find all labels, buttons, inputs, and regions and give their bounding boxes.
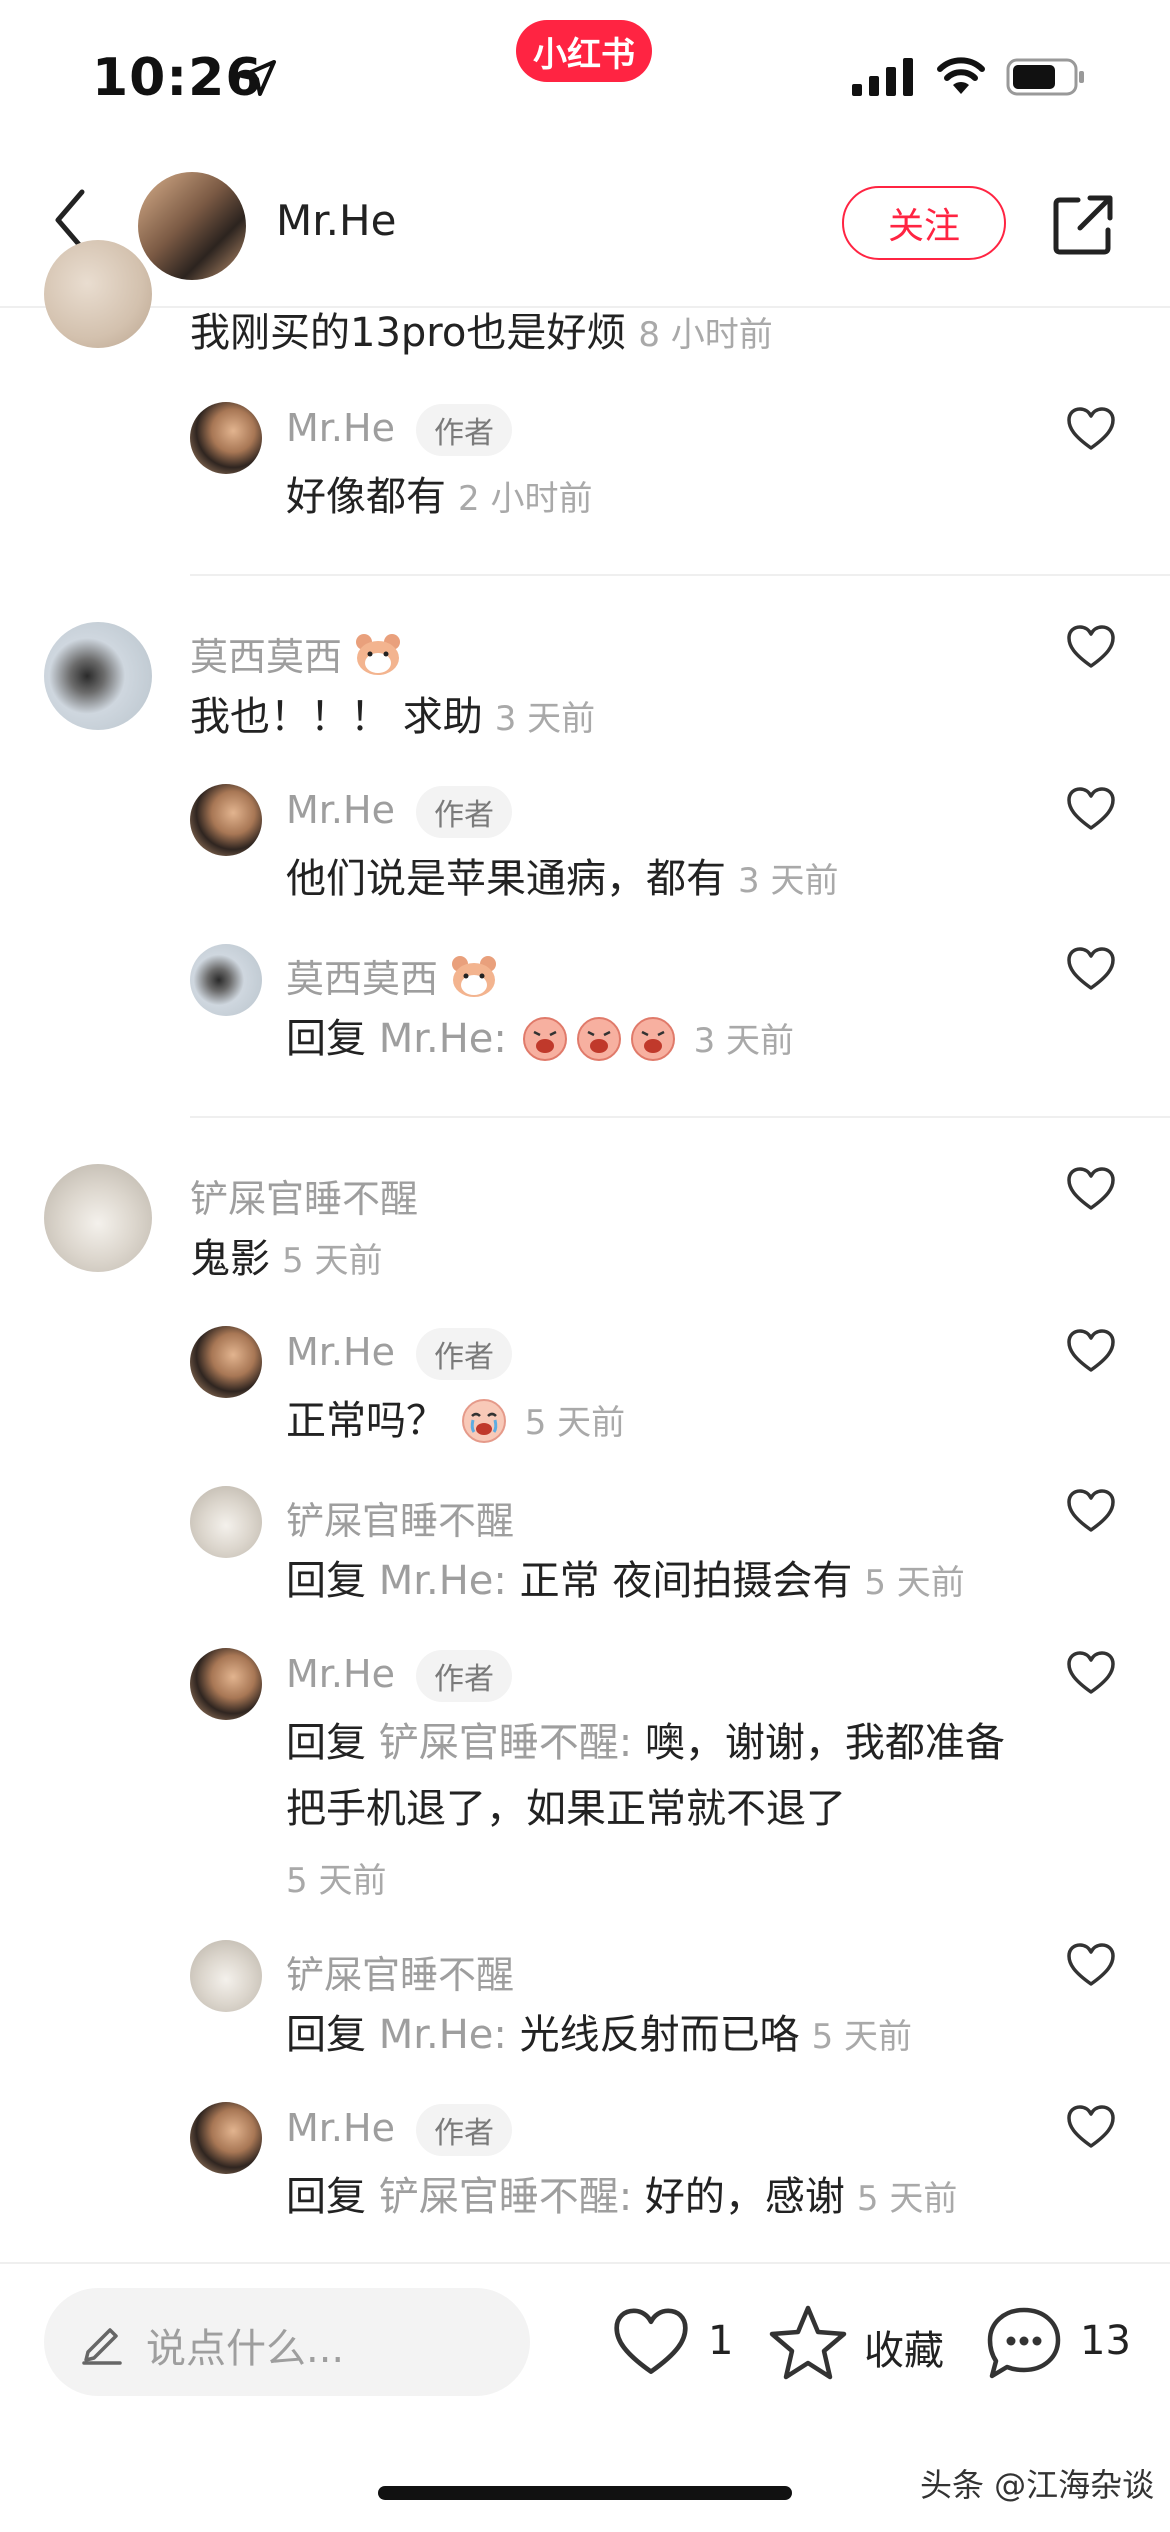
author-name[interactable]: Mr.He xyxy=(276,196,396,245)
reply-username[interactable]: Mr.He xyxy=(286,406,395,450)
comment-avatar[interactable] xyxy=(44,622,152,730)
reply-avatar[interactable] xyxy=(190,1940,262,2012)
comment-bubble-icon[interactable] xyxy=(984,2304,1064,2382)
author-tag: 作者 xyxy=(416,786,512,838)
reply-time: 5 天前 xyxy=(286,1861,387,1901)
heart-icon[interactable] xyxy=(1066,1650,1116,1696)
comment-avatar[interactable] xyxy=(44,240,152,348)
share-icon[interactable] xyxy=(1050,192,1116,258)
hamster-emoji-icon xyxy=(452,956,497,997)
reply-username[interactable]: Mr.He xyxy=(286,1330,395,1374)
heart-icon[interactable] xyxy=(1066,786,1116,832)
author-tag: 作者 xyxy=(416,1650,512,1702)
follow-button[interactable]: 关注 xyxy=(842,186,1006,260)
wifi-icon xyxy=(937,57,985,94)
reply-username[interactable]: Mr.He xyxy=(286,1652,395,1696)
location-arrow-icon xyxy=(240,60,276,96)
star-icon[interactable] xyxy=(768,2304,848,2382)
status-time: 10:26 xyxy=(92,48,263,108)
comment-count[interactable]: 13 xyxy=(1080,2318,1131,2364)
comment-input-placeholder[interactable]: 说点什么... xyxy=(146,2316,344,2374)
like-count[interactable]: 1 xyxy=(708,2318,733,2364)
author-tag: 作者 xyxy=(416,404,512,456)
heart-icon[interactable] xyxy=(1066,1488,1116,1534)
thread-divider xyxy=(190,1116,1170,1118)
reply-avatar[interactable] xyxy=(190,1648,262,1720)
watermark: 头条 @江海杂谈 xyxy=(920,2466,1155,2504)
reply-username[interactable]: 莫西莫西 xyxy=(286,948,498,1003)
reply-username[interactable]: Mr.He xyxy=(286,2106,395,2150)
cellular-signal-icon xyxy=(852,58,913,96)
author-tag: 作者 xyxy=(416,1328,512,1380)
reply-text[interactable]: 回复 Mr.He: 光线反射而已咯 5 天前 xyxy=(286,2002,912,2070)
reply-text[interactable]: 回复 Mr.He: 3 天前 xyxy=(286,1006,794,1074)
author-avatar[interactable] xyxy=(138,172,246,280)
collect-label[interactable]: 收藏 xyxy=(864,2318,944,2376)
like-heart-icon[interactable] xyxy=(612,2306,690,2378)
app-badge: 小红书 xyxy=(516,20,652,82)
bottom-bar-divider xyxy=(0,2262,1170,2264)
hamster-emoji-icon xyxy=(356,634,401,675)
comment-username[interactable]: 铲屎官睡不醒 xyxy=(190,1168,418,1223)
comment-text[interactable]: 我刚买的13pro也是好烦 8 小时前 xyxy=(190,300,773,368)
reply-username[interactable]: 铲屎官睡不醒 xyxy=(286,1944,514,1999)
heart-icon[interactable] xyxy=(1066,2104,1116,2150)
author-tag: 作者 xyxy=(416,2104,512,2156)
crying-emoji-icon xyxy=(630,1017,675,1061)
home-indicator[interactable] xyxy=(378,2486,792,2500)
reply-avatar[interactable] xyxy=(190,784,262,856)
reply-username[interactable]: 铲屎官睡不醒 xyxy=(286,1490,514,1545)
heart-icon[interactable] xyxy=(1066,624,1116,670)
reply-avatar[interactable] xyxy=(190,2102,262,2174)
crying-emoji-icon xyxy=(576,1017,621,1061)
heart-icon[interactable] xyxy=(1066,406,1116,452)
comment-avatar[interactable] xyxy=(44,1164,152,1272)
battery-icon xyxy=(1006,58,1084,96)
pencil-icon xyxy=(82,2328,122,2365)
crying-emoji-icon xyxy=(522,1017,567,1061)
reply-text[interactable]: 回复 铲屎官睡不醒: 好的，感谢 5 天前 xyxy=(286,2164,957,2232)
heart-icon[interactable] xyxy=(1066,1942,1116,1988)
heart-icon[interactable] xyxy=(1066,1328,1116,1374)
reply-avatar[interactable] xyxy=(190,1486,262,1558)
comment-text[interactable]: 鬼影 5 天前 xyxy=(190,1226,382,1294)
reply-text[interactable]: 正常吗？ 5 天前 xyxy=(286,1388,625,1456)
reply-text[interactable]: 好像都有 2 小时前 xyxy=(286,464,592,532)
heart-icon[interactable] xyxy=(1066,946,1116,992)
comment-username[interactable]: 莫西莫西 xyxy=(190,626,402,681)
crying-face-emoji-icon xyxy=(461,1399,506,1443)
reply-avatar[interactable] xyxy=(190,944,262,1016)
reply-username[interactable]: Mr.He xyxy=(286,788,395,832)
heart-icon[interactable] xyxy=(1066,1166,1116,1212)
reply-text[interactable]: 回复 铲屎官睡不醒: 噢，谢谢，我都准备把手机退了，如果正常就不退了 xyxy=(286,1710,1026,1842)
reply-avatar[interactable] xyxy=(190,1326,262,1398)
reply-avatar[interactable] xyxy=(190,402,262,474)
reply-text[interactable]: 他们说是苹果通病，都有 3 天前 xyxy=(286,846,838,914)
comment-text[interactable]: 我也！！！ 求助 3 天前 xyxy=(190,684,595,752)
thread-divider xyxy=(190,574,1170,576)
reply-text[interactable]: 回复 Mr.He: 正常 夜间拍摄会有 5 天前 xyxy=(286,1548,965,1616)
